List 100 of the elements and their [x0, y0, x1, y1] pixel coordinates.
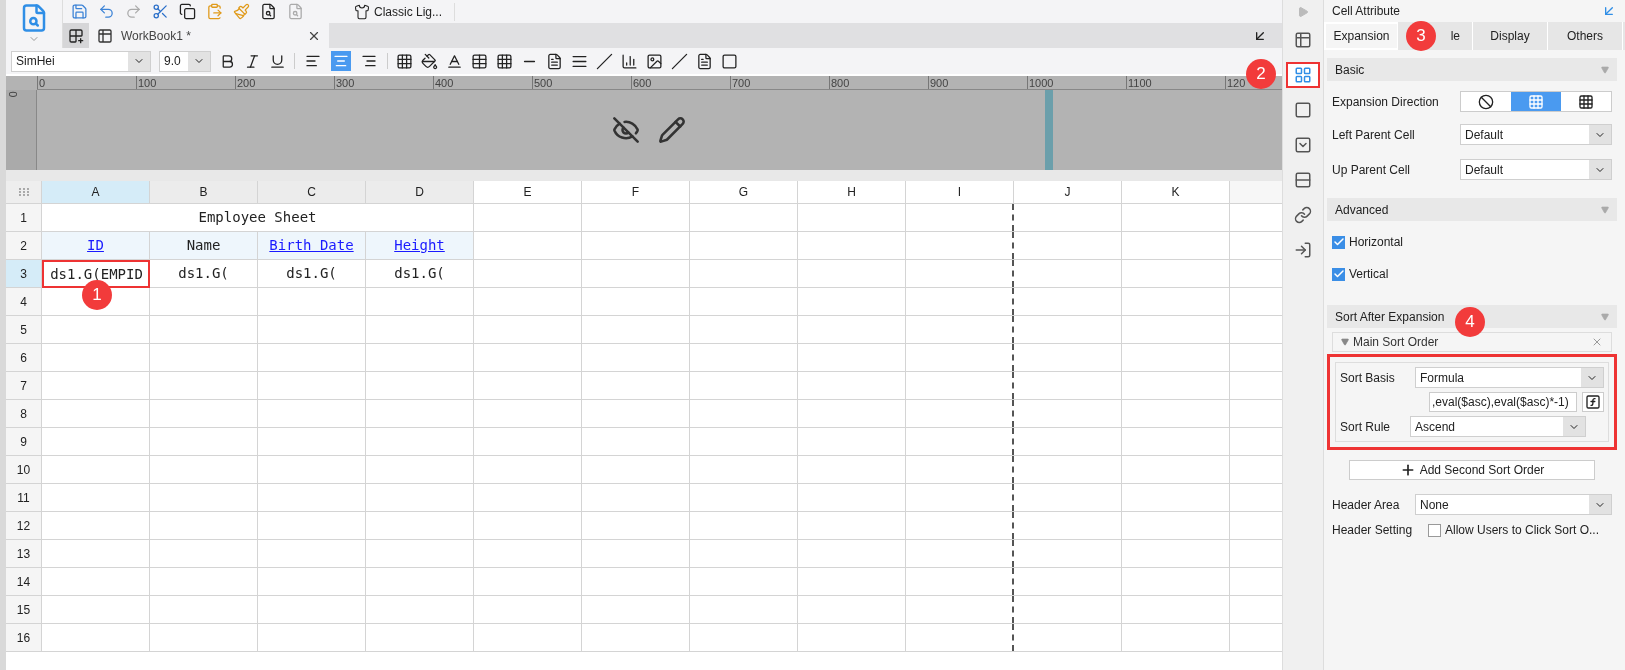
table-cell[interactable]	[1122, 232, 1230, 260]
row-header[interactable]: 4	[6, 288, 42, 316]
table-cell[interactable]	[474, 400, 582, 428]
table-cell[interactable]	[1122, 624, 1230, 652]
checkbox[interactable]: Horizontal	[1327, 231, 1617, 253]
page-boundary-bar[interactable]	[1045, 90, 1053, 170]
font-size-select[interactable]: 9.0	[159, 50, 211, 72]
table-cell[interactable]	[258, 372, 366, 400]
table-cell[interactable]	[150, 456, 258, 484]
theme-button[interactable]: Classic Lig...	[354, 2, 456, 21]
table-cell[interactable]: Name	[150, 232, 258, 260]
table-cell[interactable]	[690, 456, 798, 484]
table-cell[interactable]: Birth Date	[258, 232, 366, 260]
table-cell[interactable]	[366, 456, 474, 484]
chart-icon[interactable]	[621, 52, 638, 70]
table-cell[interactable]	[906, 204, 1014, 232]
text-icon[interactable]	[546, 52, 563, 70]
header-area-select[interactable]: None	[1415, 494, 1612, 515]
table-cell[interactable]	[42, 596, 150, 624]
table-cell[interactable]	[582, 624, 690, 652]
table-cell[interactable]	[690, 372, 798, 400]
table-cell[interactable]	[582, 316, 690, 344]
table-cell[interactable]	[690, 260, 798, 288]
table-cell[interactable]: ds1.G(	[150, 260, 258, 288]
table-cell[interactable]	[366, 568, 474, 596]
row-header[interactable]: 13	[6, 540, 42, 568]
table-cell[interactable]	[474, 232, 582, 260]
split-cells-icon[interactable]	[496, 52, 513, 70]
pencil-icon[interactable]	[658, 116, 686, 144]
paste-icon[interactable]	[206, 3, 223, 20]
table-cell[interactable]	[690, 344, 798, 372]
table-cell[interactable]	[1122, 428, 1230, 456]
frame-icon[interactable]	[721, 52, 738, 70]
table-cell[interactable]	[258, 484, 366, 512]
table-cell[interactable]	[258, 568, 366, 596]
table-cell[interactable]	[1014, 596, 1122, 624]
table-cell[interactable]	[582, 204, 690, 232]
table-cell[interactable]	[582, 344, 690, 372]
table-cell[interactable]	[906, 568, 1014, 596]
table-cell[interactable]	[906, 512, 1014, 540]
table-cell[interactable]	[42, 484, 150, 512]
table-cell[interactable]	[906, 260, 1014, 288]
table-cell[interactable]: ds1.G(	[258, 260, 366, 288]
table-cell[interactable]	[474, 568, 582, 596]
row-header[interactable]: 6	[6, 344, 42, 372]
row-header[interactable]: 8	[6, 400, 42, 428]
column-header[interactable]: E	[474, 181, 582, 204]
table-cell[interactable]	[42, 428, 150, 456]
sidebar-button[interactable]	[1286, 62, 1320, 88]
table-cell[interactable]: Height	[366, 232, 474, 260]
table-cell[interactable]	[366, 484, 474, 512]
table-cell[interactable]	[798, 512, 906, 540]
table-cell[interactable]	[798, 288, 906, 316]
table-cell[interactable]	[42, 316, 150, 344]
column-header[interactable]: J	[1014, 181, 1122, 204]
table-cell[interactable]	[798, 204, 906, 232]
table-cell[interactable]	[690, 540, 798, 568]
table-cell[interactable]	[258, 596, 366, 624]
undo-icon[interactable]	[98, 3, 115, 20]
table-cell[interactable]	[1122, 204, 1230, 232]
table-cell[interactable]	[582, 596, 690, 624]
redo-icon[interactable]	[125, 3, 142, 20]
table-cell[interactable]	[474, 596, 582, 624]
table-cell[interactable]	[1014, 456, 1122, 484]
table-cell[interactable]	[1122, 484, 1230, 512]
table-cell[interactable]	[258, 624, 366, 652]
table-cell[interactable]	[582, 540, 690, 568]
table-cell[interactable]	[1122, 596, 1230, 624]
table-cell[interactable]	[42, 568, 150, 596]
table-cell[interactable]	[1122, 512, 1230, 540]
table-cell[interactable]	[474, 624, 582, 652]
table-cell[interactable]	[474, 204, 582, 232]
image-icon[interactable]	[646, 52, 663, 70]
table-cell[interactable]	[1014, 540, 1122, 568]
copy-icon[interactable]	[179, 3, 196, 20]
row-header[interactable]: 2	[6, 232, 42, 260]
table-cell[interactable]	[798, 624, 906, 652]
table-cell[interactable]	[42, 540, 150, 568]
table-cell[interactable]	[1122, 456, 1230, 484]
table-cell[interactable]	[474, 260, 582, 288]
table-cell[interactable]	[150, 568, 258, 596]
table-cell[interactable]	[366, 540, 474, 568]
table-cell[interactable]: ID	[42, 232, 150, 260]
table-cell[interactable]	[474, 484, 582, 512]
table-cell[interactable]	[42, 288, 150, 316]
table-cell[interactable]	[1014, 568, 1122, 596]
slash-icon[interactable]	[671, 52, 688, 70]
merge-cells-icon[interactable]	[471, 52, 488, 70]
checkbox[interactable]: Vertical	[1327, 263, 1617, 285]
table-cell[interactable]	[474, 456, 582, 484]
table-cell[interactable]	[798, 568, 906, 596]
table-cell[interactable]	[582, 260, 690, 288]
parent-cell-select[interactable]: Default	[1460, 159, 1612, 180]
panel-tab[interactable]: Expansion	[1324, 22, 1398, 50]
table-cell[interactable]	[150, 344, 258, 372]
table-cell[interactable]	[798, 232, 906, 260]
direction-toggle[interactable]	[1460, 91, 1612, 112]
table-cell[interactable]	[150, 624, 258, 652]
table-cell[interactable]	[1014, 288, 1122, 316]
panel-tab[interactable]: Display	[1473, 22, 1548, 50]
